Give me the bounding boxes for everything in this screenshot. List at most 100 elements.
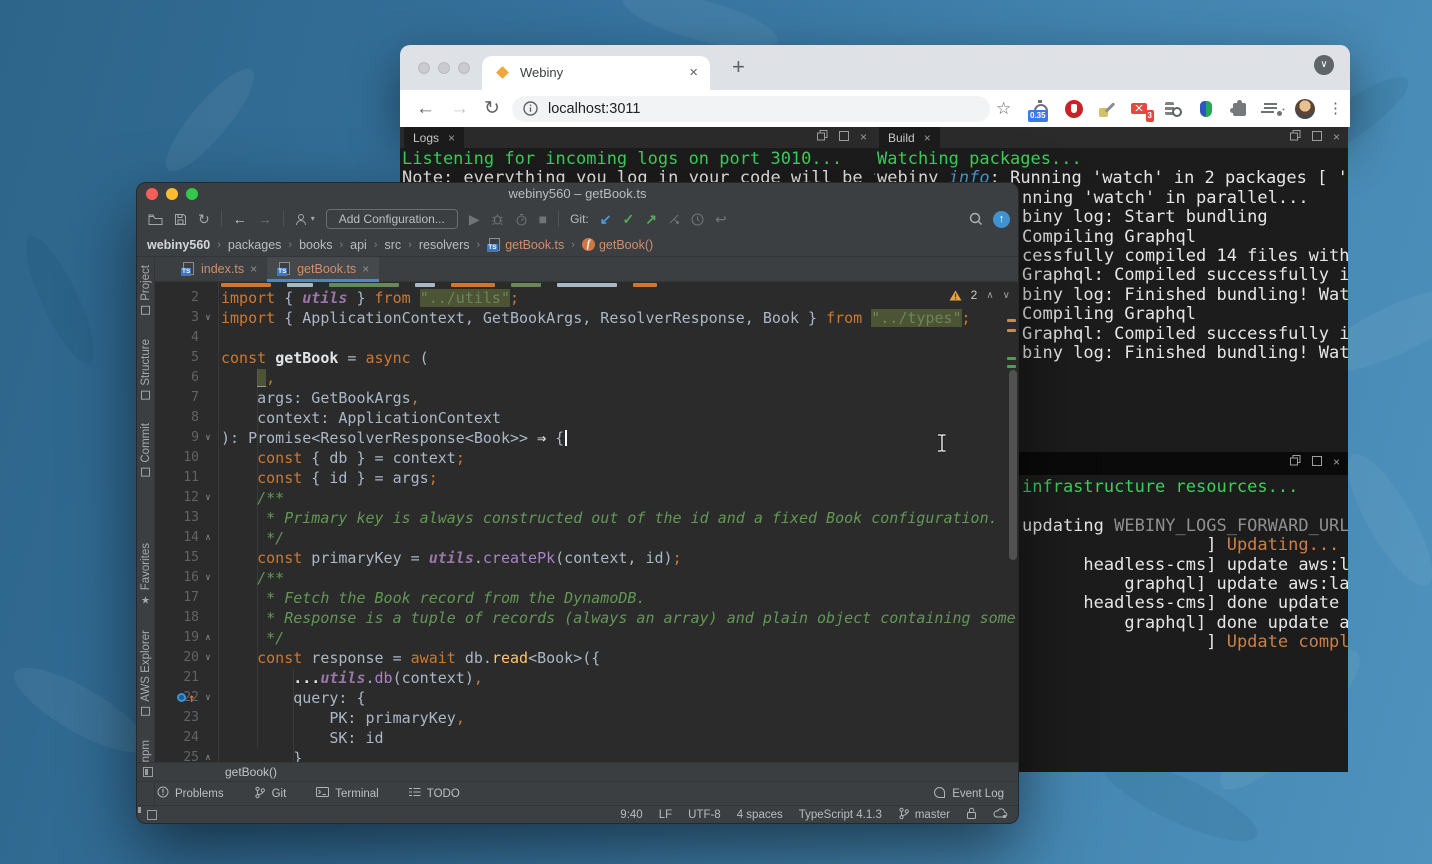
- restore-icon[interactable]: [1290, 130, 1301, 144]
- window-zoom-button[interactable]: [458, 62, 470, 74]
- breadcrumb-item[interactable]: resolvers: [419, 238, 470, 252]
- toolwindow-button-git[interactable]: Git: [254, 786, 287, 802]
- status-cloud-icon[interactable]: [993, 807, 1008, 822]
- reload-icon[interactable]: ↻: [484, 90, 500, 127]
- browser-tab[interactable]: Webiny ×: [482, 56, 710, 90]
- maximize-icon[interactable]: [1312, 455, 1322, 469]
- seo-extension-icon[interactable]: [1163, 99, 1183, 119]
- window-minimize-button[interactable]: [166, 188, 178, 200]
- close-icon[interactable]: ×: [362, 262, 369, 276]
- fold-marker[interactable]: ∧: [199, 628, 217, 648]
- tab-close-icon[interactable]: ×: [689, 56, 698, 90]
- previous-warning-icon[interactable]: ∧: [986, 290, 993, 301]
- menu-extension-icon[interactable]: ⋮: [1328, 99, 1338, 119]
- editor-tab-getBook-ts[interactable]: TSgetBook.ts×: [267, 257, 379, 281]
- url-text[interactable]: localhost:3011: [548, 96, 640, 122]
- toolwindow-icon[interactable]: [143, 767, 153, 777]
- gutter-run-icon[interactable]: ↑: [177, 690, 201, 705]
- breadcrumb-item[interactable]: webiny560: [147, 238, 210, 252]
- puzzle-extension-icon[interactable]: [1229, 99, 1249, 119]
- stripe-project[interactable]: Project: [140, 265, 152, 315]
- status-master[interactable]: master: [898, 807, 950, 823]
- save-icon[interactable]: [174, 213, 187, 226]
- toolwindow-button-terminal[interactable]: Terminal: [316, 786, 378, 801]
- stripe-commit[interactable]: Commit: [140, 423, 152, 477]
- editor-scrollbar[interactable]: [1009, 370, 1017, 560]
- toolwindow-toggle-icon[interactable]: [147, 810, 157, 820]
- shield-extension-icon[interactable]: [1196, 99, 1216, 119]
- next-warning-icon[interactable]: ∨: [1003, 290, 1010, 301]
- fold-marker[interactable]: ∨: [199, 488, 217, 508]
- warning-marker[interactable]: [1007, 329, 1016, 332]
- maximize-icon[interactable]: [1312, 130, 1322, 144]
- avatar-extension-icon[interactable]: [1295, 99, 1315, 119]
- fold-marker[interactable]: ∧: [199, 528, 217, 548]
- event-log-button[interactable]: Event Log: [933, 786, 1004, 802]
- close-icon[interactable]: ×: [250, 262, 257, 276]
- ide-update-icon[interactable]: ↑: [993, 211, 1010, 228]
- open-folder-icon[interactable]: [148, 213, 163, 226]
- sync-icon[interactable]: ↻: [198, 211, 210, 227]
- toolwindow-button-todo[interactable]: TODO: [409, 787, 460, 800]
- fold-marker[interactable]: ∨: [199, 428, 217, 448]
- breadcrumb-item[interactable]: api: [350, 238, 367, 252]
- close-icon[interactable]: ×: [860, 130, 867, 144]
- colorpicker-extension-icon[interactable]: [1097, 99, 1117, 119]
- restore-icon[interactable]: [817, 130, 828, 144]
- breadcrumb-item[interactable]: books: [299, 238, 332, 252]
- close-icon[interactable]: ×: [1333, 455, 1340, 469]
- breadcrumb-item[interactable]: fgetBook(): [582, 238, 653, 252]
- search-everywhere-icon[interactable]: [969, 212, 983, 226]
- user-profile-icon[interactable]: ▾: [295, 211, 315, 227]
- stripe-favorites[interactable]: ★Favorites: [140, 543, 152, 606]
- adblock-extension-icon[interactable]: [1064, 99, 1084, 119]
- window-zoom-button[interactable]: [186, 188, 198, 200]
- breadcrumb-item[interactable]: TSgetBook.ts: [487, 238, 564, 252]
- status-typescript-4-1-3[interactable]: TypeScript 4.1.3: [799, 809, 882, 821]
- git-update-icon[interactable]: ↙: [600, 211, 612, 227]
- site-info-icon[interactable]: [523, 101, 538, 121]
- add-configuration-button[interactable]: Add Configuration...: [326, 209, 458, 229]
- breadcrumb-item[interactable]: src: [384, 238, 401, 252]
- breadcrumb-item[interactable]: packages: [228, 238, 282, 252]
- inspection-widget[interactable]: 2 ∧ ∨: [949, 288, 1010, 302]
- mail-extension-icon[interactable]: 3: [1130, 99, 1150, 119]
- toolwindow-button-problems[interactable]: Problems: [157, 786, 224, 801]
- logs-terminal-tab[interactable]: Logs ×: [404, 127, 464, 148]
- back-icon[interactable]: ←: [416, 90, 435, 127]
- status-lock-icon[interactable]: [966, 807, 977, 823]
- new-tab-button[interactable]: +: [732, 49, 745, 85]
- run-icon[interactable]: ▶: [469, 211, 480, 227]
- git-commit-icon[interactable]: ✓: [622, 211, 634, 227]
- stopwatch-extension-icon[interactable]: 0.35: [1031, 99, 1051, 119]
- profiler-icon[interactable]: [515, 213, 528, 226]
- debug-bug-icon[interactable]: [491, 213, 504, 226]
- ide-title-bar[interactable]: webiny560 – getBook.ts: [137, 183, 1018, 205]
- warning-marker[interactable]: [1007, 319, 1016, 322]
- editor-tab-index-ts[interactable]: TSindex.ts×: [171, 257, 267, 281]
- tab-search-button[interactable]: ∨: [1314, 55, 1334, 75]
- maximize-icon[interactable]: [839, 130, 849, 144]
- status-9-40[interactable]: 9:40: [620, 809, 642, 821]
- status-utf-8[interactable]: UTF-8: [688, 809, 721, 821]
- window-minimize-button[interactable]: [438, 62, 450, 74]
- fold-marker[interactable]: ∨: [199, 308, 217, 328]
- status-4-spaces[interactable]: 4 spaces: [737, 809, 783, 821]
- close-icon[interactable]: ×: [924, 131, 931, 145]
- fold-marker[interactable]: ∨: [199, 568, 217, 588]
- address-bar[interactable]: localhost:3011: [512, 96, 990, 122]
- git-push-icon[interactable]: ↗: [645, 211, 657, 227]
- fold-marker[interactable]: ∨: [199, 688, 217, 708]
- close-icon[interactable]: ×: [448, 131, 455, 145]
- playlist-extension-icon[interactable]: [1262, 99, 1282, 119]
- build-terminal-tab[interactable]: Build ×: [879, 127, 940, 148]
- code-editor[interactable]: 2import { utils } from "../utils";3∨impo…: [155, 282, 1018, 762]
- window-close-button[interactable]: [146, 188, 158, 200]
- bookmark-star-icon[interactable]: ☆: [996, 90, 1011, 127]
- window-close-button[interactable]: [418, 62, 430, 74]
- navigate-back-icon[interactable]: ←: [233, 211, 247, 227]
- restore-icon[interactable]: [1290, 455, 1301, 469]
- fold-marker[interactable]: ∧: [199, 748, 217, 762]
- stripe-aws-explorer[interactable]: AWS Explorer: [140, 630, 152, 716]
- close-icon[interactable]: ×: [1333, 130, 1340, 144]
